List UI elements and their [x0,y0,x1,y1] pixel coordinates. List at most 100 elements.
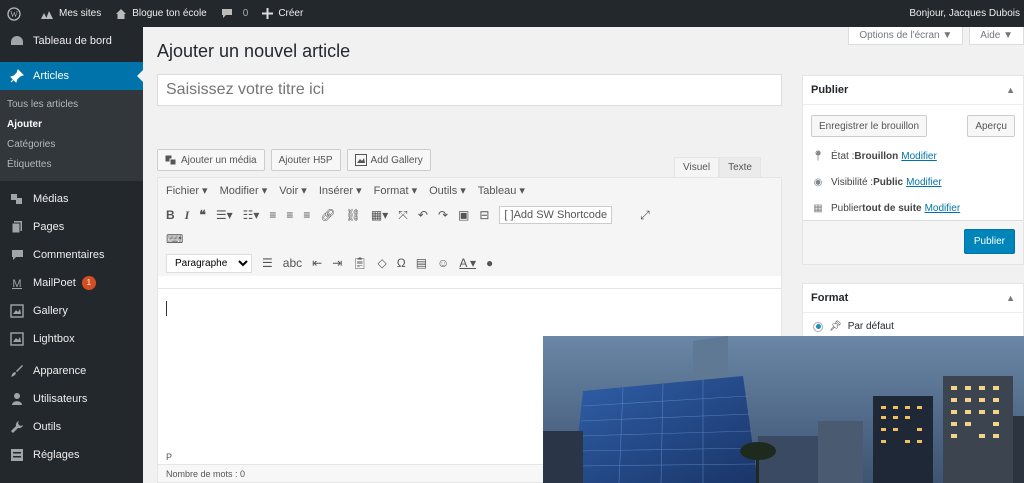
menu-appearance[interactable]: Apparence [0,357,143,385]
pages-icon [9,219,25,235]
menu-media[interactable]: Médias [0,185,143,213]
toolbar-toggle-icon[interactable]: ▣ [458,208,469,222]
keyboard-icon[interactable]: ⌨ [166,232,183,246]
submenu-categories[interactable]: Catégories [0,135,143,155]
menu-edit[interactable]: Modifier ▾ [220,184,268,197]
menu-mailpoet-label: MailPoet [33,277,76,289]
align-left-icon[interactable]: ≡ [269,208,276,222]
menu-articles[interactable]: Articles [0,62,143,90]
paragraph-format-select[interactable]: Paragraphe [166,253,252,273]
help-icon[interactable]: ● [486,256,493,270]
add-media-label: Ajouter un média [181,154,257,166]
post-title-input[interactable] [157,74,782,106]
menu-file[interactable]: Fichier ▾ [166,184,208,197]
tab-text[interactable]: Texte [719,157,761,178]
publish-button[interactable]: Publier [963,229,1015,254]
italic-icon[interactable]: I [185,208,190,223]
menu-tools[interactable]: Outils ▾ [429,184,466,197]
submenu-all-articles[interactable]: Tous les articles [0,95,143,115]
visibility-edit-link[interactable]: Modifier [906,177,942,188]
site-name-menu[interactable]: Blogue ton école [108,0,214,27]
text-cursor [166,301,167,316]
sites-icon [41,10,53,19]
add-media-button[interactable]: Ajouter un média [157,149,265,171]
tab-visual[interactable]: Visuel [674,157,720,178]
wordpress-logo-icon[interactable]: W [0,0,33,27]
calendar-icon: ▦ [813,202,823,214]
pushpin-icon: 📌︎ [829,321,842,332]
fullscreen-icon[interactable]: ⤧ [398,208,408,223]
menu-tools[interactable]: Outils [0,413,143,441]
blockquote-icon[interactable]: ❝ [199,208,205,222]
tools-icon [9,419,25,435]
paste-text-icon[interactable]: 📋︎ [352,256,367,270]
add-gallery-label: Add Gallery [370,154,423,166]
table-icon[interactable]: ▦▾ [371,208,388,222]
link-icon[interactable]: 🔗︎ [320,208,335,222]
format-box-header[interactable]: Format ▲ [803,284,1023,313]
add-h5p-label: Ajouter H5P [278,154,333,166]
menu-insert[interactable]: Insérer ▾ [319,184,362,197]
preview-button[interactable]: Aperçu [967,115,1015,137]
status-edit-link[interactable]: Modifier [901,151,937,162]
menu-mailpoet[interactable]: M MailPoet 1 [0,269,143,297]
menu-pages[interactable]: Pages [0,213,143,241]
menu-pages-label: Pages [33,221,65,233]
indent-icon[interactable]: ⇥ [332,256,342,270]
horizontal-line-icon[interactable]: ☰ [262,256,273,270]
help-button[interactable]: Aide ▼ [969,27,1024,45]
gallery-icon [9,303,25,319]
text-color-icon[interactable]: A ▾ [459,256,476,270]
menu-comments[interactable]: Commentaires [0,241,143,269]
user-account-menu[interactable]: Bonjour, Jacques Dubois [902,0,1024,27]
format-default-label: Par défaut [847,321,894,332]
outdent-icon[interactable]: ⇤ [312,256,322,270]
sw-shortcode-button[interactable]: [ ] Add SW Shortcode [499,206,613,224]
menu-settings[interactable]: Réglages [0,441,143,469]
menu-gallery-label: Gallery [33,305,68,317]
comments-menu[interactable]: 0 [214,0,256,27]
undo-icon[interactable]: ↶ [418,208,428,222]
menu-users[interactable]: Utilisateurs [0,385,143,413]
page-title: Ajouter un nouvel article [157,41,351,61]
page-break-icon[interactable]: ▤ [416,256,427,270]
screen-options-button[interactable]: Options de l'écran ▼ [848,27,964,45]
editor-mode-tabs: Visuel Texte [674,157,761,178]
menu-gallery[interactable]: Gallery [0,297,143,325]
menu-lightbox[interactable]: Lightbox [0,325,143,353]
unlink-icon[interactable]: ⛓︎ [346,208,361,222]
publish-box-header[interactable]: Publier ▲ [803,76,1023,105]
greeting-text: Bonjour, Jacques Dubois [909,8,1020,19]
menu-view[interactable]: Voir ▾ [279,184,307,197]
my-sites-menu[interactable]: Mes sites [33,0,108,27]
schedule-edit-link[interactable]: Modifier [925,203,961,214]
radio-selected[interactable] [813,321,823,332]
menu-format[interactable]: Format ▾ [374,184,417,197]
settings-icon [9,447,25,463]
new-content-menu[interactable]: Créer [255,0,310,27]
bold-icon[interactable]: B [166,208,175,222]
add-gallery-button[interactable]: Add Gallery [346,149,431,171]
submenu-tags[interactable]: Étiquettes [0,155,143,175]
special-character-icon[interactable]: Ω [397,256,406,270]
emoji-icon[interactable]: ☺ [437,256,449,270]
add-h5p-button[interactable]: Ajouter H5P [270,149,341,171]
gallery-icon [354,154,367,166]
collapse-arrow-icon[interactable]: ▲ [1006,85,1015,95]
my-sites-label: Mes sites [59,8,102,19]
align-center-icon[interactable]: ≡ [286,208,293,222]
redo-icon[interactable]: ↷ [438,208,448,222]
menu-dashboard[interactable]: Tableau de bord [0,27,143,55]
save-draft-button[interactable]: Enregistrer le brouillon [811,115,928,137]
numbered-list-icon[interactable]: ☷▾ [243,208,260,222]
bullet-list-icon[interactable]: ☰▾ [216,208,233,222]
align-right-icon[interactable]: ≡ [303,208,310,222]
insert-more-icon[interactable]: ⊟ [479,208,489,222]
submenu-add-new[interactable]: Ajouter [0,115,143,135]
clear-formatting-icon[interactable]: ◇ [377,256,386,270]
distraction-free-icon[interactable]: ⤢ [640,208,650,223]
schedule-label: Publier [831,202,863,214]
collapse-arrow-icon[interactable]: ▲ [1006,293,1015,303]
menu-table[interactable]: Tableau ▾ [478,184,525,197]
strikethrough-icon[interactable]: abc [283,256,302,270]
